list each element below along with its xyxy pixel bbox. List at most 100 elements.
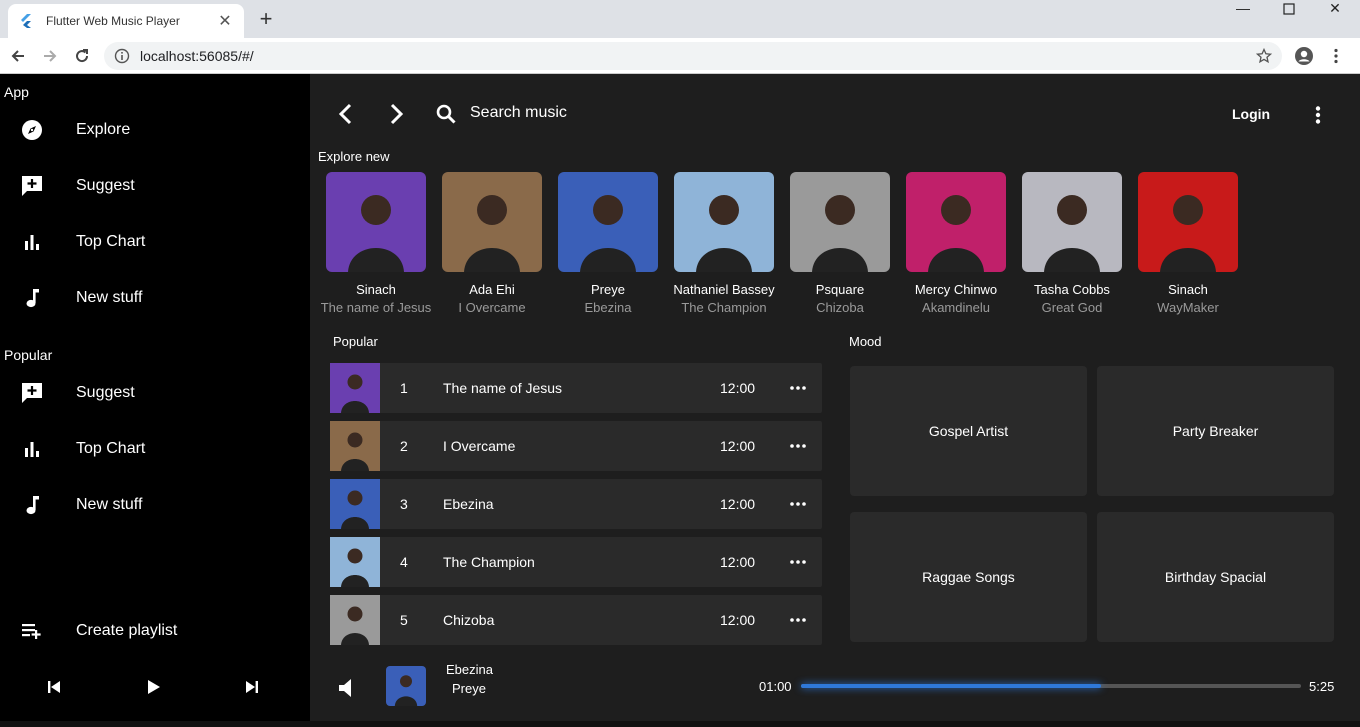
mood-tile[interactable]: Party Breaker bbox=[1097, 366, 1334, 496]
track-row[interactable]: 2 I Overcame 12:00 bbox=[330, 421, 822, 471]
play-icon[interactable] bbox=[141, 674, 167, 700]
mood-heading: Mood bbox=[849, 334, 882, 349]
section-label-app: App bbox=[4, 84, 29, 100]
track-title: The Champion bbox=[443, 554, 535, 570]
volume-icon[interactable] bbox=[334, 676, 358, 700]
artist-cover bbox=[442, 172, 542, 272]
url-text: localhost:56085/#/ bbox=[140, 48, 254, 64]
track-number: 5 bbox=[400, 612, 408, 628]
back-icon[interactable] bbox=[6, 44, 30, 68]
track-row[interactable]: 5 Chizoba 12:00 bbox=[330, 595, 822, 645]
more-horiz-icon[interactable] bbox=[788, 379, 808, 397]
add-comment-icon bbox=[20, 381, 44, 405]
sidebar-item-suggest[interactable]: Suggest bbox=[0, 166, 310, 206]
artist-card[interactable]: Sinach The name of Jesus bbox=[318, 172, 434, 315]
sidebar-item-popular-top-chart[interactable]: Top Chart bbox=[0, 429, 310, 469]
artist-cover bbox=[558, 172, 658, 272]
artist-cover bbox=[906, 172, 1006, 272]
progress-slider[interactable] bbox=[801, 684, 1301, 688]
now-playing-title: Ebezina bbox=[446, 662, 493, 677]
artist-cover bbox=[674, 172, 774, 272]
sidebar-item-new-stuff[interactable]: New stuff bbox=[0, 278, 310, 318]
artist-song: Ebezina bbox=[584, 300, 632, 315]
tab-close-icon[interactable]: ✕ bbox=[216, 11, 234, 31]
now-playing-bar: Ebezina Preye 01:00 5:25 bbox=[310, 648, 1360, 727]
mood-tile[interactable]: Birthday Spacial bbox=[1097, 512, 1334, 642]
chevron-left-icon[interactable] bbox=[334, 102, 356, 126]
horizontal-scrollbar[interactable] bbox=[0, 721, 1360, 727]
maximize-icon[interactable] bbox=[1266, 2, 1312, 22]
artist-cover bbox=[1138, 172, 1238, 272]
profile-icon[interactable] bbox=[1292, 44, 1316, 68]
track-title: The name of Jesus bbox=[443, 380, 563, 396]
browser-tab[interactable]: Flutter Web Music Player ✕ bbox=[8, 4, 244, 38]
mood-tile[interactable]: Gospel Artist bbox=[850, 366, 1087, 496]
track-row[interactable]: 3 Ebezina 12:00 bbox=[330, 479, 822, 529]
current-time: 01:00 bbox=[759, 679, 792, 694]
sidebar-item-explore[interactable]: Explore bbox=[0, 110, 310, 150]
mood-tile[interactable]: Raggae Songs bbox=[850, 512, 1087, 642]
more-horiz-icon[interactable] bbox=[788, 611, 808, 629]
browser-tabstrip: Flutter Web Music Player ✕ + — ✕ bbox=[0, 0, 1360, 38]
skip-previous-icon[interactable] bbox=[41, 674, 67, 700]
track-thumbnail bbox=[330, 595, 380, 645]
login-button[interactable]: Login bbox=[1232, 106, 1270, 122]
music-app: App Explore Suggest Top Chart New stuff bbox=[0, 74, 1360, 727]
browser-menu-icon[interactable] bbox=[1324, 44, 1348, 68]
info-icon[interactable] bbox=[114, 48, 130, 64]
sidebar-item-label: Top Chart bbox=[76, 233, 146, 250]
section-label-popular: Popular bbox=[4, 347, 53, 363]
minimize-icon[interactable]: — bbox=[1220, 0, 1266, 20]
artist-name: Mercy Chinwo bbox=[914, 282, 998, 297]
artist-card[interactable]: Preye Ebezina bbox=[550, 172, 666, 315]
sidebar-item-popular-suggest[interactable]: Suggest bbox=[0, 373, 310, 413]
more-vert-icon[interactable] bbox=[1310, 104, 1326, 126]
artist-card[interactable]: Ada Ehi I Overcame bbox=[434, 172, 550, 315]
bookmark-star-icon[interactable] bbox=[1256, 48, 1272, 64]
close-window-icon[interactable]: ✕ bbox=[1312, 0, 1358, 20]
artist-card[interactable]: Psquare Chizoba bbox=[782, 172, 898, 315]
track-number: 4 bbox=[400, 554, 408, 570]
sidebar-item-popular-new-stuff[interactable]: New stuff bbox=[0, 485, 310, 525]
new-tab-icon[interactable]: + bbox=[256, 8, 276, 30]
music-note-icon bbox=[20, 493, 44, 517]
tab-title: Flutter Web Music Player bbox=[46, 14, 180, 28]
explore-list: Sinach The name of Jesus Ada Ehi I Overcame… bbox=[318, 172, 1248, 322]
now-playing-thumbnail bbox=[386, 666, 426, 706]
track-row[interactable]: 4 The Champion 12:00 bbox=[330, 537, 822, 587]
more-horiz-icon[interactable] bbox=[788, 437, 808, 455]
track-row[interactable]: 1 The name of Jesus 12:00 bbox=[330, 363, 822, 413]
forward-icon[interactable] bbox=[38, 44, 62, 68]
track-duration: 12:00 bbox=[720, 612, 756, 628]
search-input[interactable]: Search music bbox=[470, 104, 567, 122]
sidebar-item-label: New stuff bbox=[76, 496, 143, 513]
track-duration: 12:00 bbox=[720, 496, 756, 512]
create-playlist-button[interactable]: Create playlist bbox=[0, 611, 310, 651]
artist-name: Tasha Cobbs bbox=[1034, 282, 1110, 297]
sidebar-item-top-chart[interactable]: Top Chart bbox=[0, 222, 310, 262]
artist-card[interactable]: Mercy Chinwo Akamdinelu bbox=[898, 172, 1014, 315]
artist-cover bbox=[326, 172, 426, 272]
bar-chart-icon bbox=[20, 437, 44, 461]
artist-cover bbox=[1022, 172, 1122, 272]
sidebar: App Explore Suggest Top Chart New stuff bbox=[0, 74, 310, 727]
artist-card[interactable]: Tasha Cobbs Great God bbox=[1014, 172, 1130, 315]
search-icon[interactable] bbox=[434, 102, 458, 126]
more-horiz-icon[interactable] bbox=[788, 495, 808, 513]
track-duration: 12:00 bbox=[720, 554, 756, 570]
track-duration: 12:00 bbox=[720, 380, 756, 396]
artist-card[interactable]: Sinach WayMaker bbox=[1130, 172, 1246, 315]
address-bar[interactable]: localhost:56085/#/ bbox=[104, 42, 1282, 70]
popular-heading: Popular bbox=[333, 334, 378, 349]
reload-icon[interactable] bbox=[70, 44, 94, 68]
track-thumbnail bbox=[330, 421, 380, 471]
chevron-right-icon[interactable] bbox=[386, 102, 408, 126]
track-thumbnail bbox=[330, 363, 380, 413]
artist-card[interactable]: Nathaniel Bassey The Champion bbox=[666, 172, 782, 315]
skip-next-icon[interactable] bbox=[239, 674, 265, 700]
more-horiz-icon[interactable] bbox=[788, 553, 808, 571]
artist-song: Akamdinelu bbox=[922, 300, 990, 315]
track-title: Ebezina bbox=[443, 496, 494, 512]
artist-name: Sinach bbox=[356, 282, 396, 297]
track-number: 2 bbox=[400, 438, 408, 454]
